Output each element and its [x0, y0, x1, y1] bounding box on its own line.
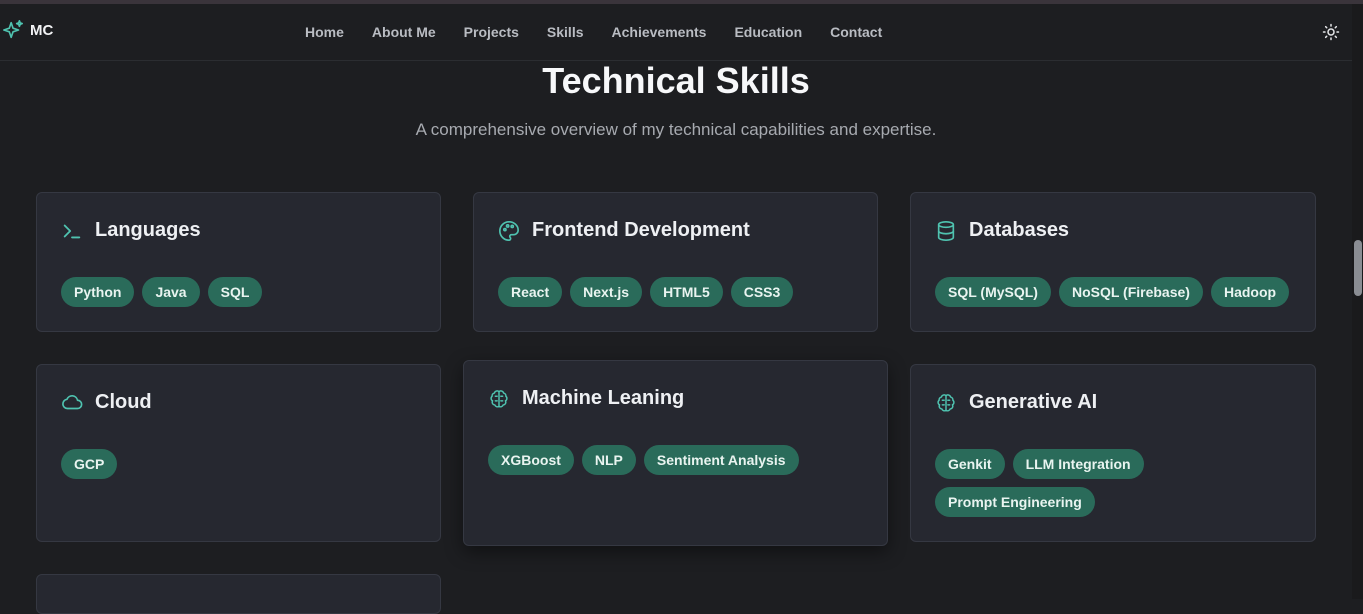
skill-chip[interactable]: Prompt Engineering	[935, 487, 1095, 517]
brand[interactable]: MC	[2, 19, 53, 41]
skill-card-generative-ai: Generative AI Genkit LLM Integration Pro…	[910, 364, 1316, 542]
card-title: Languages	[95, 219, 201, 241]
skill-chips: React Next.js HTML5 CSS3	[498, 277, 857, 307]
skill-chip[interactable]: GCP	[61, 449, 118, 479]
skill-chip[interactable]: Next.js	[570, 277, 643, 307]
skill-chips: XGBoost NLP Sentiment Analysis	[488, 445, 867, 475]
skill-chip[interactable]: SQL	[207, 277, 263, 307]
skill-chips: GCP	[61, 449, 420, 479]
brain-icon	[490, 389, 508, 408]
skill-card-partial	[36, 574, 441, 614]
brain-icon	[937, 393, 955, 412]
sparkles-icon	[3, 20, 23, 39]
skill-chip[interactable]: NoSQL (Firebase)	[1058, 277, 1203, 307]
skill-chip[interactable]: NLP	[581, 445, 636, 475]
nav-item-contact[interactable]: Contact	[830, 24, 882, 40]
scrollbar-thumb[interactable]	[1354, 240, 1362, 296]
nav-item-skills[interactable]: Skills	[547, 24, 584, 40]
skill-card-frontend: Frontend Development React Next.js HTML5…	[473, 192, 878, 332]
nav-menu: Home About Me Projects Skills Achievemen…	[305, 24, 910, 40]
section-title: Technical Skills	[542, 60, 810, 101]
skill-chip[interactable]: XGBoost	[488, 445, 574, 475]
card-title: Frontend Development	[532, 219, 750, 241]
scrollbar[interactable]	[1352, 4, 1363, 599]
skill-chip[interactable]: Sentiment Analysis	[643, 445, 799, 475]
skill-card-machine-learning: Machine Leaning XGBoost NLP Sentiment An…	[463, 360, 888, 546]
card-title: Cloud	[95, 391, 152, 413]
skill-card-languages: Languages Python Java SQL	[36, 192, 441, 332]
brand-label: MC	[30, 21, 54, 39]
skill-chips: Genkit LLM Integration Prompt Engineerin…	[935, 449, 1195, 517]
skill-chip[interactable]: LLM Integration	[1012, 449, 1144, 479]
database-icon	[937, 220, 955, 241]
skill-card-cloud: Cloud GCP	[36, 364, 441, 542]
terminal-icon	[63, 224, 81, 238]
sun-icon[interactable]	[1322, 23, 1340, 41]
nav-item-education[interactable]: Education	[734, 24, 802, 40]
skill-chip[interactable]: React	[498, 277, 563, 307]
skill-chip[interactable]: CSS3	[730, 277, 794, 307]
skill-chip[interactable]: SQL (MySQL)	[935, 277, 1051, 307]
skill-chips: Python Java SQL	[61, 277, 420, 307]
skill-chip[interactable]: Hadoop	[1210, 277, 1290, 307]
navbar: MC Home About Me Projects Skills Achieve…	[0, 4, 1352, 61]
skill-chip[interactable]: Java	[142, 277, 200, 307]
section-subtitle: A comprehensive overview of my technical…	[415, 120, 937, 139]
nav-item-about-me[interactable]: About Me	[372, 24, 436, 40]
skill-chip[interactable]: Genkit	[935, 449, 1005, 479]
skill-chip[interactable]: HTML5	[650, 277, 723, 307]
skill-card-databases: Databases SQL (MySQL) NoSQL (Firebase) H…	[910, 192, 1316, 332]
card-title: Machine Leaning	[522, 387, 685, 409]
palette-icon	[499, 220, 519, 241]
skill-chip[interactable]: Python	[61, 277, 135, 307]
nav-item-home[interactable]: Home	[305, 24, 344, 40]
nav-item-projects[interactable]: Projects	[464, 24, 519, 40]
card-title: Generative AI	[969, 391, 1098, 413]
cloud-icon	[62, 394, 83, 409]
card-title: Databases	[969, 219, 1070, 241]
skill-chips: SQL (MySQL) NoSQL (Firebase) Hadoop	[935, 277, 1295, 307]
nav-item-achievements[interactable]: Achievements	[612, 24, 707, 40]
